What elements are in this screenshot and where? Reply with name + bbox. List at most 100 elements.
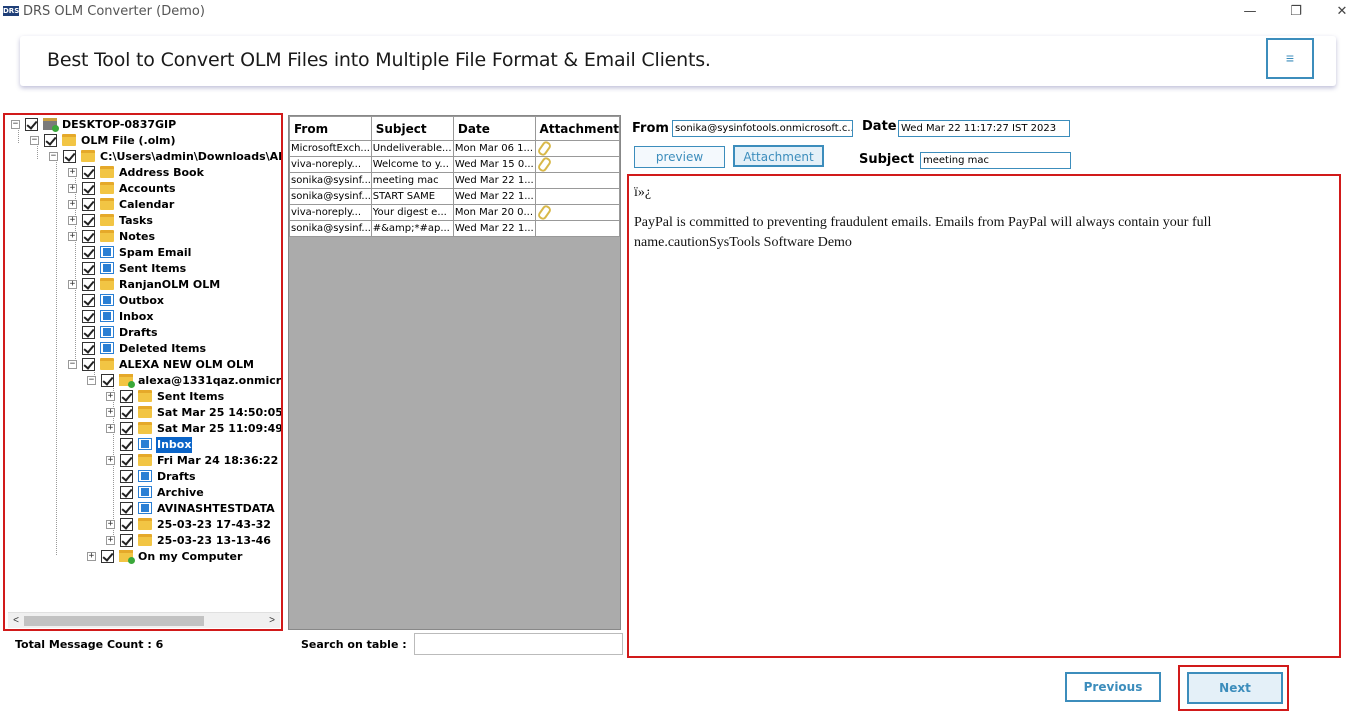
node-checkbox[interactable] [82,182,95,195]
attachment-button[interactable]: Attachment [733,145,824,167]
scroll-thumb[interactable] [24,616,204,626]
cell-date: Mon Mar 06 1... [452,140,536,157]
tree-node-label: DESKTOP-0837GIP [62,118,177,131]
table-row[interactable]: sonika@sysinf... meeting mac Wed Mar 22 1.… [289,172,621,189]
cell-subject: Undeliverable... [370,140,454,157]
cell-subject: Your digest e... [370,204,454,221]
date-label: Date [862,119,897,134]
folder-icon [100,230,114,242]
close-icon[interactable]: ✕ [1319,0,1365,24]
node-checkbox[interactable] [25,118,38,131]
node-checkbox[interactable] [63,150,76,163]
expand-icon[interactable]: + [68,280,77,289]
expand-icon[interactable]: + [106,520,115,529]
account-icon [119,374,135,388]
tree-horizontal-scrollbar[interactable]: < > [8,612,280,628]
next-button[interactable]: Next [1187,672,1283,704]
node-checkbox[interactable] [82,310,95,323]
node-checkbox[interactable] [82,326,95,339]
node-checkbox[interactable] [120,438,133,451]
preview-button[interactable]: preview [634,146,725,168]
node-checkbox[interactable] [120,486,133,499]
column-header-subject[interactable]: Subject [370,116,454,141]
paperclip-icon [537,158,550,170]
collapse-icon[interactable]: − [30,136,39,145]
collapse-icon[interactable]: − [68,360,77,369]
node-checkbox[interactable] [101,374,114,387]
node-checkbox[interactable] [120,518,133,531]
table-row[interactable]: sonika@sysinf... START SAME Wed Mar 22 1..… [289,188,621,205]
header-banner: Best Tool to Convert OLM Files into Mult… [20,36,1336,86]
node-checkbox[interactable] [82,230,95,243]
node-checkbox[interactable] [82,214,95,227]
column-header-date[interactable]: Date [452,116,536,141]
expand-icon[interactable]: + [106,456,115,465]
cell-from: sonika@sysinf... [289,172,372,189]
node-checkbox[interactable] [82,358,95,371]
collapse-icon[interactable]: − [11,120,20,129]
expand-icon[interactable]: + [68,184,77,193]
node-checkbox[interactable] [120,422,133,435]
expand-icon[interactable]: + [68,200,77,209]
subject-field[interactable]: meeting mac [920,152,1071,169]
search-input[interactable] [414,633,623,655]
node-checkbox[interactable] [82,294,95,307]
cell-attachment [534,140,621,157]
cell-from: viva-noreply... [289,156,372,173]
node-checkbox[interactable] [82,246,95,259]
email-body-line: ï»¿ [634,185,652,200]
node-checkbox[interactable] [120,502,133,515]
expand-icon[interactable]: + [106,536,115,545]
page-title: Best Tool to Convert OLM Files into Mult… [47,49,711,71]
node-checkbox[interactable] [82,198,95,211]
expand-icon[interactable]: + [106,392,115,401]
previous-button[interactable]: Previous [1065,672,1161,702]
mailbox-icon [138,486,152,498]
date-field[interactable]: Wed Mar 22 11:17:27 IST 2023 [898,120,1070,137]
column-header-from[interactable]: From [289,116,372,141]
node-checkbox[interactable] [82,166,95,179]
expand-icon[interactable]: + [87,552,96,561]
node-checkbox[interactable] [120,454,133,467]
tree-node-label: Sent Items [119,262,187,275]
scroll-left-icon[interactable]: < [8,613,24,629]
cell-subject: Welcome to y... [370,156,454,173]
expand-icon[interactable]: + [68,168,77,177]
folder-tree-panel: − DESKTOP-0837GIP − OLM File (.olm) − C:\User… [3,113,283,631]
node-checkbox[interactable] [82,342,95,355]
tree-node-label: RanjanOLM OLM [119,278,221,291]
collapse-icon[interactable]: − [49,152,58,161]
menu-button[interactable]: ≡ [1266,38,1314,79]
mailbox-icon [100,294,114,306]
node-checkbox[interactable] [120,406,133,419]
email-body-panel[interactable]: ï»¿ PayPal is committed to preventing fr… [627,174,1341,658]
expand-icon[interactable]: + [106,424,115,433]
from-field[interactable]: sonika@sysinfotools.onmicrosoft.c... [672,120,853,137]
table-row[interactable]: MicrosoftExch... Undeliverable... Mon Mar … [289,140,621,157]
pc-icon [43,118,59,132]
collapse-icon[interactable]: − [87,376,96,385]
node-checkbox[interactable] [120,534,133,547]
cell-attachment [534,188,621,205]
cell-attachment [534,172,621,189]
node-checkbox[interactable] [82,278,95,291]
node-checkbox[interactable] [44,134,57,147]
node-checkbox[interactable] [120,470,133,483]
cell-date: Wed Mar 15 0... [452,156,536,173]
column-header-attachment[interactable]: Attachment [534,116,621,141]
tree-node-label: OLM File (.olm) [81,134,176,147]
scroll-right-icon[interactable]: > [264,613,280,629]
tree-node-label: Tasks [119,214,153,227]
table-row[interactable]: viva-noreply... Welcome to y... Wed Mar 15… [289,156,621,173]
expand-icon[interactable]: + [68,232,77,241]
restore-icon[interactable]: ❐ [1273,0,1319,24]
expand-icon[interactable]: + [106,408,115,417]
tree-node-label: Calendar [119,198,175,211]
expand-icon[interactable]: + [68,216,77,225]
node-checkbox[interactable] [82,262,95,275]
table-row[interactable]: sonika@sysinf... #&amp;*#ap... Wed Mar 22 … [289,220,621,237]
node-checkbox[interactable] [120,390,133,403]
table-row[interactable]: viva-noreply... Your digest e... Mon Mar 2… [289,204,621,221]
minimize-icon[interactable]: — [1227,0,1273,24]
node-checkbox[interactable] [101,550,114,563]
